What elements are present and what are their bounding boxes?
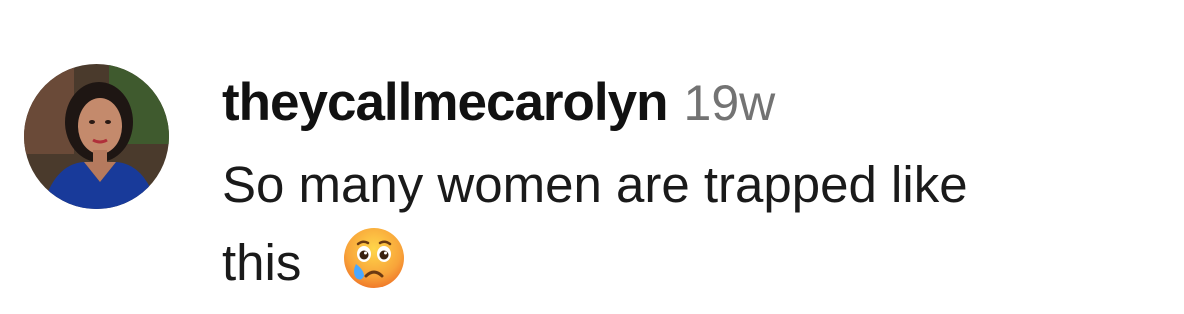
comment-text-line2: this — [222, 234, 302, 291]
comment-text-line1: So many women are trapped like — [222, 156, 968, 213]
avatar[interactable] — [24, 64, 169, 209]
comment-item: theycallmecarolyn 19w So many women are … — [0, 0, 1184, 314]
crying-face-emoji-icon — [342, 226, 406, 312]
username-link[interactable]: theycallmecarolyn — [222, 72, 669, 133]
comment-header: theycallmecarolyn 19w — [222, 72, 1162, 148]
comment-text: So many women are trapped like this — [222, 146, 1162, 312]
avatar-image — [24, 64, 169, 209]
comment-body: theycallmecarolyn 19w So many women are … — [222, 72, 1162, 312]
timestamp[interactable]: 19w — [684, 74, 776, 132]
